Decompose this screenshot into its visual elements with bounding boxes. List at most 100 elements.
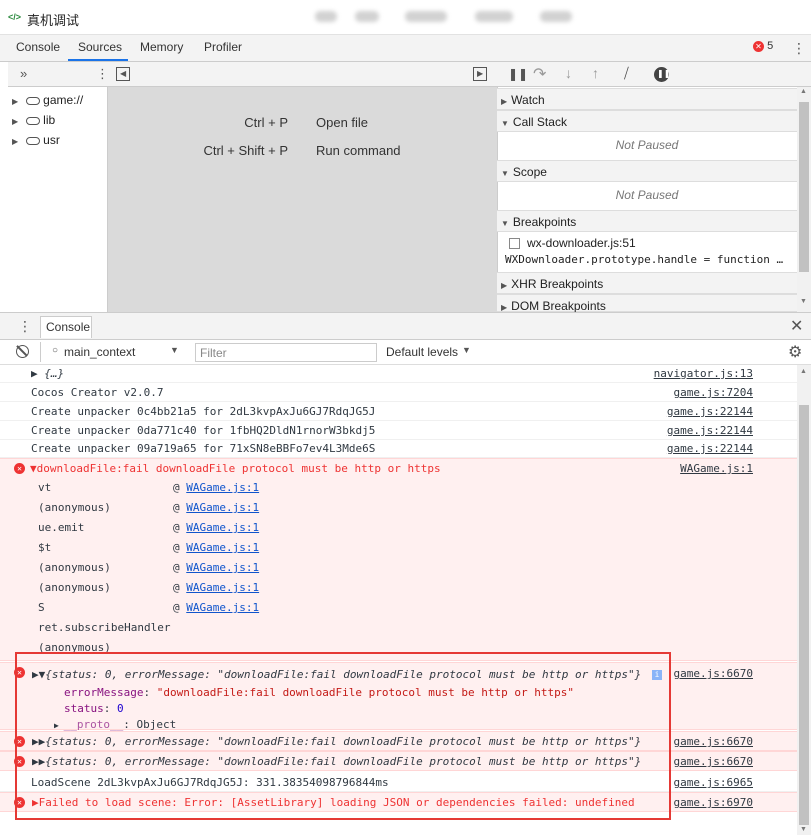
breakpoint-checkbox[interactable] [509, 238, 520, 249]
stack-function: vt [38, 481, 52, 494]
stack-link[interactable]: WAGame.js:1 [186, 601, 259, 614]
tab-sources[interactable]: Sources [78, 40, 122, 54]
devtools-tabbar: Console Sources Memory Profiler [0, 35, 811, 62]
chevron-down-icon[interactable]: ▼ [170, 345, 179, 355]
gear-icon[interactable]: ⚙ [788, 342, 802, 362]
scroll-up-icon[interactable]: ▲ [800, 88, 807, 95]
section-dom-breakpoints[interactable]: ▶ DOM Breakpoints [497, 294, 797, 313]
object-source-link[interactable]: game.js:6670 [674, 755, 753, 768]
toggle-debugger-icon[interactable]: ▶ [473, 67, 487, 81]
stack-frame: @ WAGame.js:1 [173, 561, 260, 574]
editor-area [108, 62, 497, 312]
tree-item-game[interactable]: ▶ game:// [12, 93, 83, 107]
app-icon: </> [8, 12, 22, 22]
cloud-icon [26, 96, 41, 105]
step-out-icon[interactable]: ↑ [592, 65, 599, 81]
chevron-down-icon[interactable]: ▼ [462, 345, 471, 355]
console-error-entry: ✕ ▼downloadFile:fail downloadFile protoc… [0, 458, 797, 661]
expand-arrow-icon: ▶ [12, 137, 19, 146]
stack-function: ue.emit [38, 521, 85, 534]
more-tabs-icon[interactable]: » [20, 66, 27, 81]
error-message[interactable]: ▼downloadFile:fail downloadFile protocol… [30, 462, 441, 475]
blurred-menu [475, 11, 513, 22]
stack-frame: @ WAGame.js:1 [173, 581, 260, 594]
shortcut-label-open-file: Open file [316, 115, 369, 130]
tab-console[interactable]: Console [16, 40, 60, 54]
context-icon: ○ [52, 345, 59, 356]
error-source-link[interactable]: WAGame.js:1 [680, 462, 753, 475]
step-over-icon[interactable]: ↷ [533, 64, 546, 84]
section-watch[interactable]: ▶ Watch [497, 88, 797, 110]
scroll-down-icon[interactable]: ▼ [800, 826, 807, 833]
stack-frame: @ WAGame.js:1 [173, 501, 260, 514]
clear-console-icon[interactable] [16, 345, 29, 358]
cloud-icon [26, 136, 41, 145]
filter-input[interactable] [195, 343, 377, 362]
pause-on-exceptions-icon[interactable]: ❚❚ [654, 67, 670, 82]
error-source-link[interactable]: game.js:6970 [674, 796, 753, 809]
console-scrollbar-thumb[interactable] [799, 405, 809, 825]
stack-link[interactable]: WAGame.js:1 [186, 541, 259, 554]
section-xhr-breakpoints[interactable]: ▶ XHR Breakpoints [497, 272, 797, 294]
stack-link[interactable]: WAGame.js:1 [186, 581, 259, 594]
active-tab-indicator [68, 59, 128, 61]
stack-link[interactable]: WAGame.js:1 [186, 561, 259, 574]
object-source-link[interactable]: game.js:6670 [674, 735, 753, 748]
loadscene-source-link[interactable]: game.js:6965 [674, 776, 753, 789]
close-drawer-icon[interactable]: ✕ [790, 316, 803, 336]
error-counter[interactable]: ✕ 5 [753, 40, 773, 52]
tree-item-lib[interactable]: ▶ lib [12, 113, 55, 127]
toolbar-divider [40, 342, 41, 362]
stack-link[interactable]: WAGame.js:1 [186, 501, 259, 514]
pause-icon[interactable]: ❚❚ [508, 67, 528, 81]
step-into-icon[interactable]: ↓ [565, 65, 572, 81]
blurred-menu [355, 11, 379, 22]
log-levels-selector[interactable]: Default levels [386, 345, 458, 359]
section-breakpoints[interactable]: ▼ Breakpoints [497, 210, 797, 232]
drawer-tab-console[interactable]: Console [40, 316, 92, 338]
drawer-tabbar: ⋮ ✕ [0, 312, 811, 340]
blurred-menu [540, 11, 572, 22]
error-icon: ✕ [753, 40, 764, 52]
drawer-menu-icon[interactable]: ⋮ [18, 318, 32, 335]
console-line: Create unpacker 0da771c40 for 1fbHQ2DldN… [0, 421, 797, 440]
console-toolbar: ○ main_context ▼ Default levels ▼ ⚙ [0, 340, 811, 365]
object-source-link[interactable]: game.js:6670 [674, 667, 753, 680]
window-title: 真机调试 [27, 13, 80, 28]
stack-link[interactable]: WAGame.js:1 [186, 521, 259, 534]
blurred-menu [315, 11, 337, 22]
stack-function: S [38, 601, 45, 614]
shortcut-keys-run-command: Ctrl + Shift + P [203, 143, 288, 158]
toggle-navigator-icon[interactable]: ◀ [116, 67, 130, 81]
more-options-icon[interactable]: ⋮ [792, 40, 806, 57]
shortcut-keys-open-file: Ctrl + P [244, 115, 288, 130]
section-call-stack[interactable]: ▼ Call Stack [497, 110, 797, 132]
blurred-menu [405, 11, 447, 22]
tree-item-usr[interactable]: ▶ usr [12, 133, 60, 147]
stack-function: ret.subscribeHandler [38, 621, 171, 634]
stack-frame: @ WAGame.js:1 [173, 521, 260, 534]
shortcut-label-run-command: Run command [316, 143, 401, 158]
context-selector[interactable]: main_context [64, 345, 135, 359]
stack-function: (anonymous) [38, 561, 111, 574]
scope-status: Not Paused [615, 188, 679, 202]
error-icon: ✕ [14, 463, 25, 474]
deactivate-breakpoints-icon[interactable]: ⧸ [624, 65, 629, 82]
stack-frame: @ WAGame.js:1 [173, 541, 260, 554]
tab-memory[interactable]: Memory [140, 40, 183, 54]
tab-profiler[interactable]: Profiler [204, 40, 242, 54]
debugger-toolbar: ❚❚ ↷ ↓ ↑ ⧸ ❚❚ [497, 62, 811, 87]
breakpoint-file[interactable]: wx-downloader.js:51 [527, 236, 636, 250]
scroll-down-icon[interactable]: ▼ [800, 298, 807, 305]
stack-frame: @ WAGame.js:1 [173, 481, 260, 494]
scroll-up-icon[interactable]: ▲ [800, 368, 807, 375]
stack-frame: @ WAGame.js:1 [173, 601, 260, 614]
navigator-toolbar: » ⋮ [8, 62, 109, 87]
stack-link[interactable]: WAGame.js:1 [186, 481, 259, 494]
console-line: Create unpacker 0c4bb21a5 for 2dL3kvpAxJ… [0, 402, 797, 421]
section-scope[interactable]: ▼ Scope [497, 160, 797, 182]
call-stack-status: Not Paused [615, 138, 679, 152]
title-bar: </> 真机调试 [0, 0, 811, 35]
console-line: Create unpacker 09a719a65 for 71xSN8eBBF… [0, 440, 797, 458]
debugger-scrollbar-thumb[interactable] [799, 102, 809, 272]
